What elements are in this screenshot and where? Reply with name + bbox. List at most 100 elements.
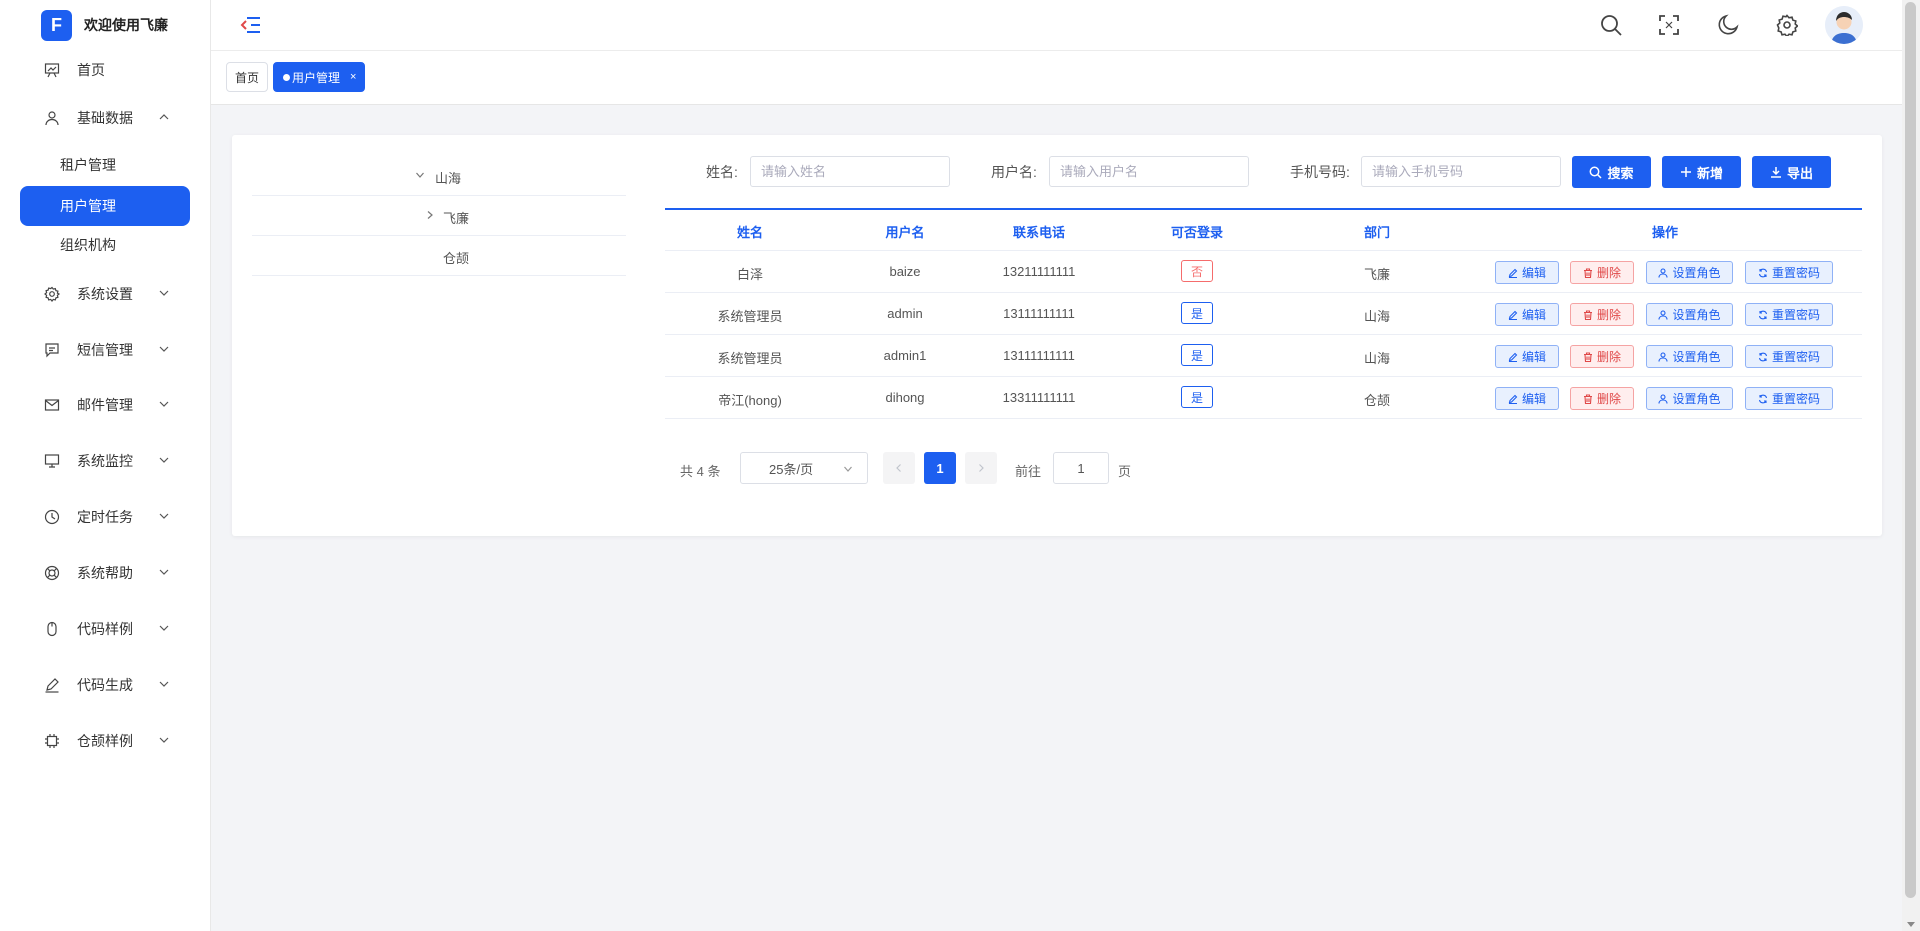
caret-down-icon [416,172,424,178]
table-row: 白泽 baize 13211111111 否 飞廉 编辑 删除 设置角色 重置密… [665,251,1862,293]
sidebar: F 欢迎使用飞廉 首页 基础数据 租户管理 用户管理 组织机构 系统设置 短信管… [0,0,211,931]
user-icon [43,109,61,127]
delete-label: 删除 [1596,392,1621,406]
chevron-down-icon [159,625,169,631]
user-avatar[interactable] [1825,6,1863,44]
tree-node-cangjie[interactable]: 仓颉 [252,236,626,276]
lifebuoy-icon [43,564,61,582]
search-icon [1601,15,1622,36]
delete-label: 删除 [1596,350,1621,364]
tree-node-shanhai[interactable]: 山海 [252,156,626,196]
sidebar-item-basic-data[interactable]: 基础数据 [0,98,211,138]
next-page-button[interactable] [965,452,997,484]
page-size-select[interactable]: 25条/页 [740,452,868,484]
edit-label: 编辑 [1521,266,1546,280]
page-button-current[interactable]: 1 [924,452,956,484]
avatar-icon [1825,6,1863,44]
plus-icon [1680,167,1691,177]
sidebar-item-users[interactable]: 用户管理 [20,186,190,226]
login-status-badge: 是 [1181,344,1213,366]
scroll-down-arrow-icon[interactable] [1907,922,1915,927]
tab-home[interactable]: 首页 [226,62,269,92]
sidebar-item-code-samples[interactable]: 代码样例 [0,609,211,649]
sidebar-item-help[interactable]: 系统帮助 [0,553,211,593]
username-label: 用户名: [991,164,1037,180]
tree-node-label: 山海 [435,171,462,186]
edit-button[interactable]: 编辑 [1495,345,1559,368]
refresh-icon [1758,310,1768,319]
name-input[interactable] [750,156,950,187]
vertical-scrollbar[interactable] [1902,0,1920,931]
chevron-down-icon [159,681,169,687]
sidebar-item-mail[interactable]: 邮件管理 [0,385,211,425]
cell-dept: 山海 [1363,309,1391,324]
reset-password-button[interactable]: 重置密码 [1745,345,1833,368]
delete-button[interactable]: 删除 [1570,261,1634,284]
delete-button[interactable]: 删除 [1570,303,1634,326]
sidebar-item-label: 首页 [77,62,105,78]
download-icon [1770,167,1781,178]
set-role-button[interactable]: 设置角色 [1646,261,1733,284]
tab-label: 用户管理 [292,70,341,85]
monitor-icon [43,452,61,470]
set-role-button[interactable]: 设置角色 [1646,345,1733,368]
username-input[interactable] [1049,156,1249,187]
collapse-menu-button[interactable] [237,11,265,39]
col-header-name: 姓名 [736,225,764,240]
cell-phone: 13211111111 [1002,264,1076,279]
close-icon[interactable]: × [350,71,356,83]
sidebar-item-org[interactable]: 组织机构 [20,225,190,265]
sidebar-item-codegen[interactable]: 代码生成 [0,665,211,705]
export-button[interactable]: 导出 [1752,156,1831,188]
goto-page-input[interactable] [1053,452,1109,484]
active-dot-icon [283,73,290,81]
mouse-icon [43,620,61,638]
phone-input[interactable] [1361,156,1561,187]
edit-button[interactable]: 编辑 [1495,303,1559,326]
settings-button[interactable] [1773,11,1801,39]
scrollbar-thumb[interactable] [1905,2,1916,898]
tabs-bar: 首页 用户管理 × [211,51,1902,105]
dark-mode-button[interactable] [1714,11,1742,39]
sidebar-item-tenant[interactable]: 租户管理 [20,145,190,185]
reset-password-button[interactable]: 重置密码 [1745,303,1833,326]
sidebar-item-cangjie[interactable]: 仓颉样例 [0,721,211,761]
top-header [211,0,1902,51]
set-role-label: 设置角色 [1672,392,1721,406]
reset-password-label: 重置密码 [1771,350,1820,364]
set-role-label: 设置角色 [1672,266,1721,280]
fullscreen-button[interactable] [1655,11,1683,39]
login-status-badge: 否 [1181,260,1213,282]
reset-password-button[interactable]: 重置密码 [1745,387,1833,410]
delete-button[interactable]: 删除 [1570,387,1634,410]
sidebar-item-monitor[interactable]: 系统监控 [0,441,211,481]
search-button[interactable]: 搜索 [1572,156,1651,188]
tab-user-management[interactable]: 用户管理 × [273,62,366,92]
user-table: 姓名 用户名 联系电话 可否登录 部门 操作 白泽 baize 13211111… [665,208,1862,419]
set-role-button[interactable]: 设置角色 [1646,387,1733,410]
cell-name: 帝江(hong) [718,393,782,408]
edit-icon [1508,310,1518,320]
app-root: F 欢迎使用飞廉 首页 基础数据 租户管理 用户管理 组织机构 系统设置 短信管… [0,0,1920,931]
tree-node-feilian[interactable]: 飞廉 [252,196,626,236]
prev-page-button[interactable] [883,452,915,484]
set-role-button[interactable]: 设置角色 [1646,303,1733,326]
moon-icon [1718,14,1739,35]
sidebar-item-home[interactable]: 首页 [0,50,211,90]
user-icon [1658,351,1669,362]
sidebar-item-settings[interactable]: 系统设置 [0,274,211,314]
edit-button[interactable]: 编辑 [1495,387,1559,410]
reset-password-button[interactable]: 重置密码 [1745,261,1833,284]
search-button[interactable] [1597,11,1625,39]
edit-label: 编辑 [1521,350,1546,364]
sidebar-item-sms[interactable]: 短信管理 [0,330,211,370]
reset-password-label: 重置密码 [1771,308,1820,322]
chevron-right-icon [979,464,984,472]
delete-button[interactable]: 删除 [1570,345,1634,368]
chip-icon [43,732,61,750]
page-suffix: 页 [1118,464,1132,479]
sidebar-item-cron[interactable]: 定时任务 [0,497,211,537]
add-button[interactable]: 新增 [1662,156,1741,188]
chevron-down-icon [159,737,169,743]
edit-button[interactable]: 编辑 [1495,261,1559,284]
